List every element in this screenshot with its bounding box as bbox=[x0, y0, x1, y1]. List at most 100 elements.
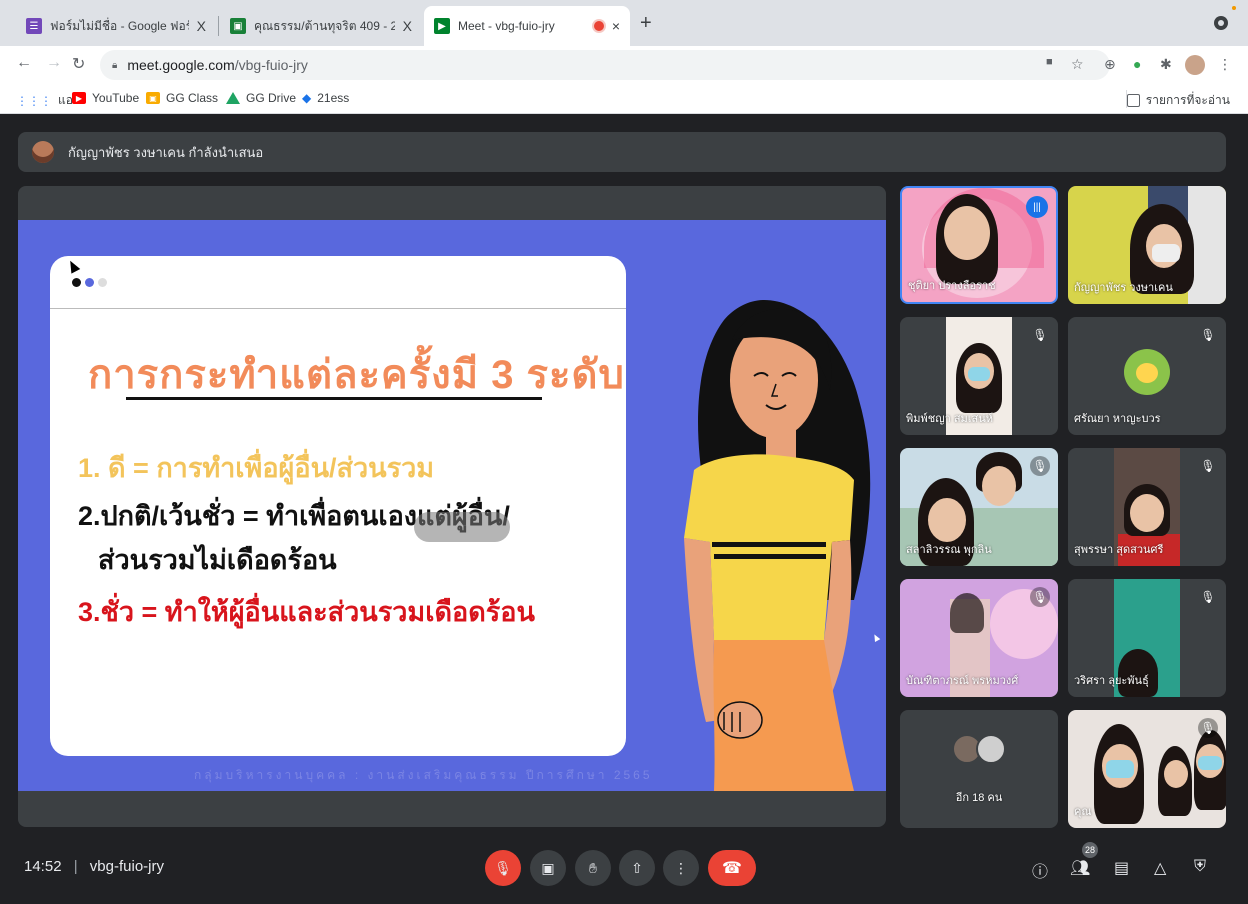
divider bbox=[50, 308, 626, 309]
bookmark-label: GG Class bbox=[166, 91, 219, 105]
address-bar[interactable]: 🔒︎ meet.google.com/vbg-fuio-jry bbox=[100, 50, 1110, 80]
google-meet-icon: ▶ bbox=[434, 18, 450, 34]
url-path: /vbg-fuio-jry bbox=[234, 57, 308, 73]
graduation-cap-icon: ◆ bbox=[302, 91, 312, 105]
host-controls-shield-icon[interactable]: ⛨ bbox=[1194, 858, 1206, 876]
participant-tile-salaliwan[interactable]: 🎙︎ สลาลิวรรณ พุกลิน bbox=[900, 448, 1058, 566]
recording-indicator-icon bbox=[593, 21, 604, 31]
meeting-controls-bar: 14:52 | vbg-fuio-jry 🎙︎ ▣ ✋︎ ⇧ ⋮ ☎︎ ⓘ 👥︎… bbox=[0, 836, 1248, 904]
mic-off-icon: 🎙︎ bbox=[1200, 590, 1216, 604]
bookmark-youtube[interactable]: ▶ YouTube bbox=[72, 91, 139, 105]
microphone-toggle-button[interactable]: 🎙︎ bbox=[485, 850, 521, 886]
bookmark-label: 21ess bbox=[317, 91, 350, 105]
lock-icon: 🔒︎ bbox=[112, 59, 118, 71]
tab-google-meet[interactable]: ▶ Meet - vbg-fuio-jry × bbox=[424, 6, 630, 46]
bookmark-label: YouTube bbox=[92, 91, 140, 105]
present-screen-button[interactable]: ⇧ bbox=[619, 850, 655, 886]
current-time: 14:52 bbox=[24, 858, 62, 875]
tab-search-icon[interactable] bbox=[1214, 16, 1228, 30]
tab-google-forms[interactable]: ☰ ฟอร์มไม่มีชื่อ - Google ฟอร์ม X bbox=[16, 6, 216, 46]
hand-icon: ✋︎ bbox=[589, 859, 597, 876]
reading-list-label: รายการที่จะอ่าน bbox=[1145, 93, 1230, 107]
close-tab-icon[interactable]: X bbox=[197, 18, 206, 34]
youtube-icon: ▶ bbox=[72, 92, 86, 104]
bookmark-gg-class[interactable]: ▣ GG Class bbox=[146, 91, 218, 105]
mic-off-icon: 🎙︎ bbox=[1030, 456, 1050, 476]
participant-tile-bantitaporn[interactable]: 🎙︎ บัณฑิตาภรณ์ พรหมวงศ์ bbox=[900, 579, 1058, 697]
reading-list-button[interactable]: รายการที่จะอ่าน bbox=[1126, 91, 1230, 110]
main-presentation-stage[interactable]: การกระทำแต่ละครั้งมี 3 ระดับ 1. ดี = การ… bbox=[18, 186, 886, 827]
browser-toolbar: ← → ↻ 🔒︎ meet.google.com/vbg-fuio-jry ■ … bbox=[0, 46, 1248, 84]
people-icon[interactable]: 👥︎ bbox=[1070, 858, 1090, 878]
participant-tile-pimchaya[interactable]: 🎙︎ พิมพ์ชญา สมเสน่ห์ bbox=[900, 317, 1058, 435]
participant-name: บัณฑิตาภรณ์ พรหมวงศ์ bbox=[906, 675, 1019, 687]
participant-name: วริศรา ลุยะพันธุ์ bbox=[1074, 675, 1149, 687]
people-count-badge: 28 bbox=[1082, 842, 1098, 858]
participant-tile-saranya[interactable]: 🎙︎ ศรัณยา หาญะบวร bbox=[1068, 317, 1226, 435]
profile-avatar[interactable] bbox=[1185, 55, 1205, 75]
tab-title: Meet - vbg-fuio-jry bbox=[458, 19, 555, 33]
raise-hand-button[interactable]: ✋︎ bbox=[575, 850, 611, 886]
apps-grid-icon: ⋮⋮⋮ bbox=[16, 93, 52, 108]
participant-name: ศรัณยา หาญะบวร bbox=[1074, 413, 1161, 425]
back-icon[interactable]: ← bbox=[16, 54, 32, 72]
extension-icon[interactable]: ⊕ bbox=[1104, 56, 1116, 73]
extensions-puzzle-icon[interactable]: ✱ bbox=[1160, 56, 1172, 73]
chat-icon[interactable]: ▤ bbox=[1114, 858, 1129, 878]
close-tab-icon[interactable]: X bbox=[403, 18, 412, 34]
participant-tile-warisara[interactable]: 🎙︎ วริศรา ลุยะพันธุ์ bbox=[1068, 579, 1226, 697]
video-camera-icon: ▣ bbox=[541, 859, 555, 876]
tab-separator bbox=[218, 16, 219, 36]
participant-tile-supansa[interactable]: 🎙︎ สุพรรษา สุดสวนศรี bbox=[1068, 448, 1226, 566]
camera-in-use-icon[interactable]: ■ bbox=[1046, 56, 1053, 68]
presenting-text: กัญญาพัชร วงษาเคน กำลังนำเสนอ bbox=[68, 144, 264, 160]
camera-toggle-button[interactable]: ▣ bbox=[530, 850, 566, 886]
close-tab-icon[interactable]: × bbox=[612, 18, 620, 34]
mic-off-icon: 🎙︎ bbox=[1198, 718, 1218, 738]
google-classroom-icon: ▣ bbox=[230, 18, 246, 34]
google-classroom-icon: ▣ bbox=[146, 92, 160, 104]
tab-google-classroom[interactable]: ▣ คุณธรรม/ต้านทุจริต 409 - 2564 ม X bbox=[220, 6, 422, 46]
tab-title: คุณธรรม/ต้านทุจริต 409 - 2564 ม bbox=[254, 18, 395, 33]
participant-name: พิมพ์ชญา สมเสน่ห์ bbox=[906, 413, 994, 425]
grammar-extension-icon[interactable]: ● bbox=[1133, 56, 1141, 72]
participant-tile-others[interactable]: อีก 18 คน bbox=[900, 710, 1058, 828]
more-vertical-icon: ⋮ bbox=[674, 859, 688, 876]
mic-off-icon: 🎙︎ bbox=[494, 859, 512, 876]
slide-navigation-overlay[interactable] bbox=[414, 512, 510, 542]
speaking-indicator-icon: ||| bbox=[1026, 196, 1048, 218]
others-count: อีก 18 คน bbox=[955, 792, 1003, 804]
participant-name: ชุติยา ปรางลือราช bbox=[908, 280, 996, 292]
bookmark-star-icon[interactable]: ☆ bbox=[1071, 56, 1084, 73]
present-upload-icon: ⇧ bbox=[631, 859, 643, 876]
hang-up-icon: ☎︎ bbox=[722, 860, 742, 877]
slide-footer: กลุ่มบริหารงานบุคคล : งานส่งเสริมคุณธรรม… bbox=[194, 768, 653, 782]
reload-icon[interactable]: ↻ bbox=[72, 54, 85, 74]
more-options-button[interactable]: ⋮ bbox=[663, 850, 699, 886]
bookmark-gg-drive[interactable]: GG Drive bbox=[226, 91, 296, 105]
activities-shapes-icon[interactable]: △ bbox=[1154, 858, 1166, 878]
bookmark-21ess[interactable]: ◆ 21ess bbox=[302, 91, 349, 105]
meeting-code: vbg-fuio-jry bbox=[89, 858, 164, 875]
participant-tile-you[interactable]: 🎙︎ คุณ bbox=[1068, 710, 1226, 828]
mic-off-icon: 🎙︎ bbox=[1200, 328, 1216, 342]
slide-content-card: การกระทำแต่ละครั้งมี 3 ระดับ 1. ดี = การ… bbox=[50, 256, 626, 756]
forward-icon[interactable]: → bbox=[46, 54, 62, 72]
bookmark-apps[interactable]: ⋮⋮⋮ แอป bbox=[16, 91, 81, 110]
divider: | bbox=[73, 858, 78, 875]
url-host: meet.google.com bbox=[127, 57, 235, 73]
menu-kebab-icon[interactable]: ⋮ bbox=[1218, 56, 1232, 73]
bookmark-label: GG Drive bbox=[246, 91, 297, 105]
participant-tile-kanyapat[interactable]: กัญญาพัชร วงษาเคน bbox=[1068, 186, 1226, 304]
tab-title: ฟอร์มไม่มีชื่อ - Google ฟอร์ม bbox=[50, 18, 189, 33]
google-drive-icon bbox=[226, 92, 240, 104]
slide-point-normal-continued: ส่วนรวมไม่เดือดร้อน bbox=[98, 545, 337, 575]
title-underline bbox=[126, 397, 542, 400]
participant-tile-chutiya[interactable]: ||| ชุติยา ปรางลือราช bbox=[900, 186, 1058, 304]
meeting-details-info-icon[interactable]: ⓘ bbox=[1032, 858, 1048, 882]
google-forms-icon: ☰ bbox=[26, 18, 42, 34]
mic-off-icon: 🎙︎ bbox=[1030, 587, 1050, 607]
leave-call-button[interactable]: ☎︎ bbox=[708, 850, 756, 886]
mic-off-icon: 🎙︎ bbox=[1200, 459, 1216, 473]
new-tab-button[interactable]: + bbox=[640, 12, 652, 35]
